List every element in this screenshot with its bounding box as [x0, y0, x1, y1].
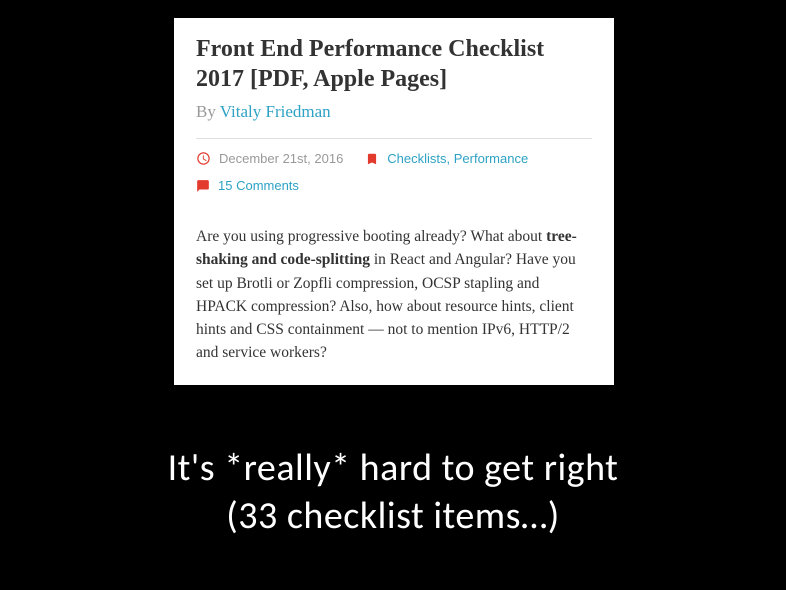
slide-caption: It's *really* hard to get right (33 chec…: [0, 445, 786, 540]
author-link[interactable]: Vitaly Friedman: [220, 102, 331, 121]
comments-row: 15 Comments: [196, 178, 592, 193]
meta-row: December 21st, 2016 Checklists, Performa…: [196, 151, 592, 166]
caption-line-1: It's *really* hard to get right: [0, 445, 786, 493]
article-title: Front End Performance Checklist 2017 [PD…: [196, 34, 592, 94]
byline: By Vitaly Friedman: [196, 102, 592, 122]
article-body: Are you using progressive booting alread…: [196, 225, 592, 365]
bookmark-icon: [365, 152, 379, 166]
clock-icon: [196, 151, 211, 166]
divider: [196, 138, 592, 139]
body-before: Are you using progressive booting alread…: [196, 228, 546, 245]
article-card: Front End Performance Checklist 2017 [PD…: [174, 18, 614, 385]
by-prefix: By: [196, 102, 220, 121]
tags-link[interactable]: Checklists, Performance: [387, 151, 528, 166]
comments-link[interactable]: 15 Comments: [218, 178, 299, 193]
publish-date: December 21st, 2016: [219, 151, 343, 166]
caption-line-2: (33 checklist items…): [0, 493, 786, 541]
comment-icon: [196, 179, 210, 193]
